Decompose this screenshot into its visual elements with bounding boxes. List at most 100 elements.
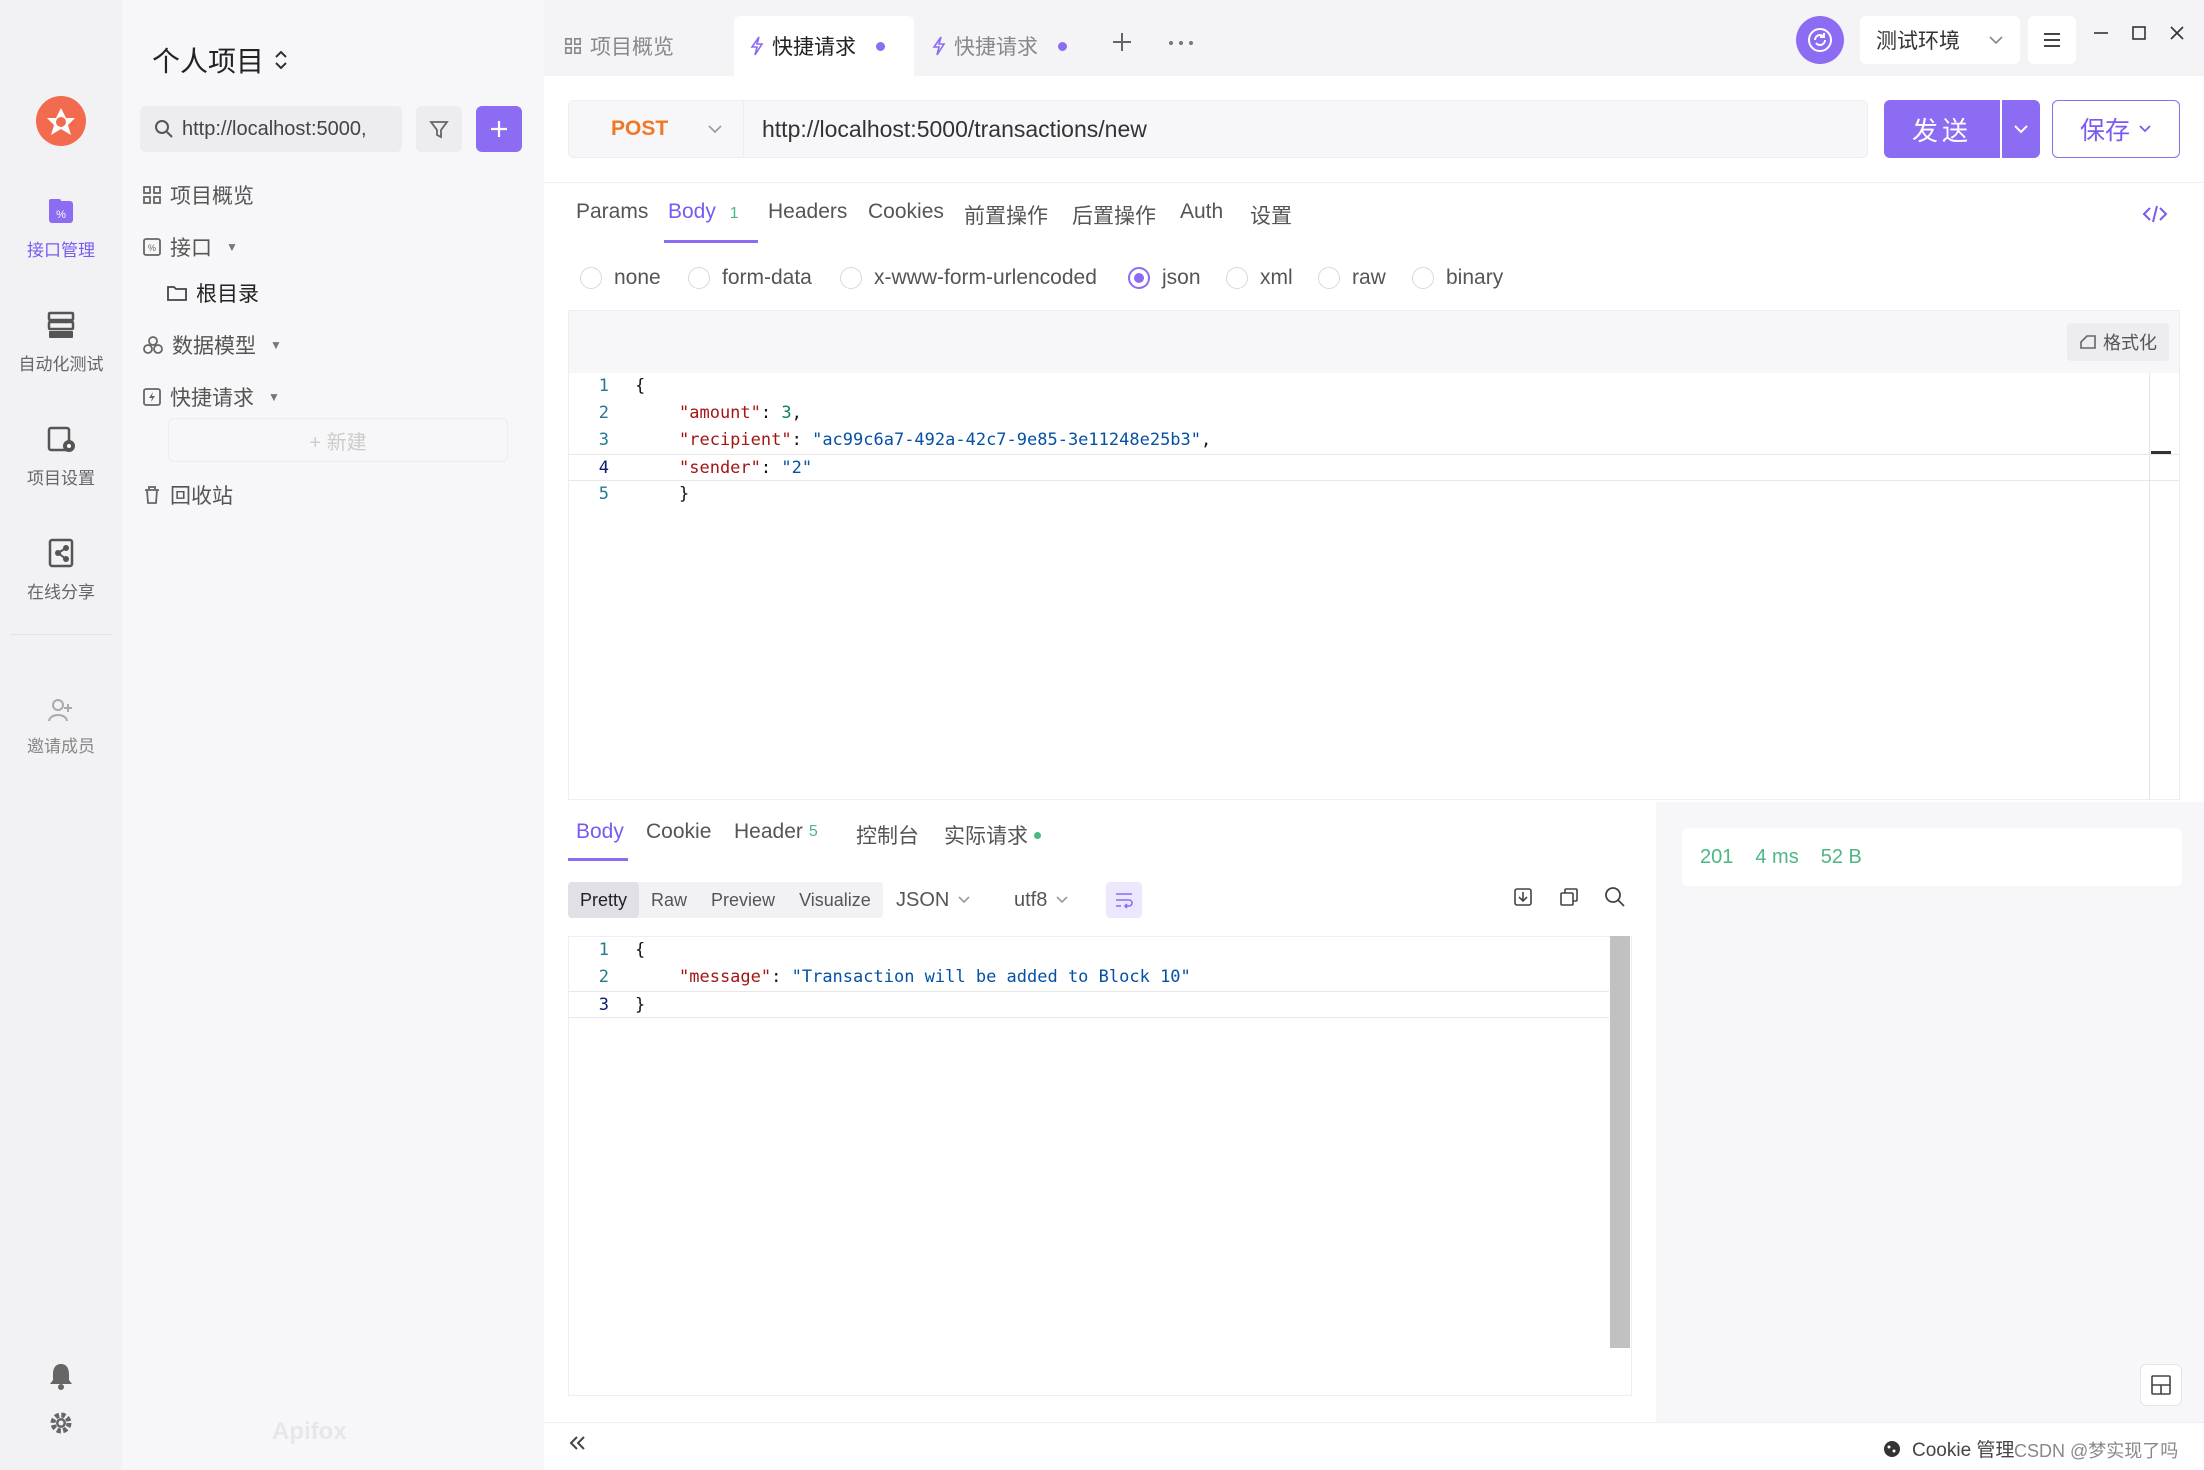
cookie-manager-button[interactable]: Cookie 管理 bbox=[1882, 1435, 2014, 1462]
send-button[interactable]: 发送 bbox=[1884, 100, 2000, 158]
rail-item-invite-members[interactable]: 邀请成员 bbox=[0, 696, 122, 757]
download-icon[interactable] bbox=[1512, 886, 1534, 908]
radio-circle bbox=[1226, 267, 1248, 289]
request-body-editor[interactable]: 格式化 1 { 2 "amount": 3, 3 "recipient": "a… bbox=[568, 310, 2180, 800]
response-body-editor[interactable]: 1 { 2 "message": "Transaction will be ad… bbox=[568, 936, 1632, 1396]
more-tabs-button[interactable] bbox=[1168, 40, 1194, 46]
tab-settings[interactable]: 设置 bbox=[1250, 200, 1292, 230]
resp-tab-console[interactable]: 控制台 bbox=[856, 820, 919, 850]
rail-item-online-share[interactable]: 在线分享 bbox=[0, 536, 122, 603]
tab-quick-request[interactable]: 快捷请求 bbox=[916, 16, 1083, 76]
rail-divider bbox=[10, 634, 112, 635]
code-text: } bbox=[679, 484, 690, 504]
layout-toggle-button[interactable] bbox=[2140, 1364, 2182, 1406]
environment-select[interactable]: 测试环境 bbox=[1860, 16, 2020, 64]
ellipsis-icon bbox=[1168, 40, 1194, 46]
tab-pre-operations[interactable]: 前置操作 bbox=[964, 200, 1048, 230]
response-status: 201 4 ms 52 B bbox=[1682, 828, 2182, 886]
json-key: "recipient" bbox=[679, 430, 792, 450]
tab-body[interactable]: Body 1 bbox=[668, 200, 739, 224]
url-value: http://localhost:5000/transactions/new bbox=[762, 115, 1147, 142]
quick-request-icon bbox=[142, 387, 162, 407]
tab-headers[interactable]: Headers bbox=[768, 200, 847, 224]
tab-project-overview[interactable]: 项目概览 bbox=[548, 16, 690, 76]
view-visualize[interactable]: Visualize bbox=[787, 882, 883, 918]
close-icon[interactable] bbox=[2168, 24, 2186, 42]
tab-post-operations[interactable]: 后置操作 bbox=[1072, 200, 1156, 230]
format-select[interactable]: JSON bbox=[896, 882, 971, 918]
tab-params[interactable]: Params bbox=[576, 200, 648, 224]
search-input[interactable]: http://localhost:5000, bbox=[140, 106, 402, 152]
add-button[interactable] bbox=[476, 106, 522, 152]
view-raw[interactable]: Raw bbox=[639, 882, 699, 918]
tree-item-quick-requests[interactable]: 快捷请求 ▼ bbox=[142, 382, 280, 412]
radio-raw[interactable]: raw bbox=[1318, 266, 1386, 290]
url-input[interactable]: http://localhost:5000/transactions/new bbox=[744, 100, 1868, 158]
tab-auth[interactable]: Auth bbox=[1180, 200, 1223, 224]
response-scrollbar[interactable] bbox=[1610, 936, 1630, 1348]
radio-none[interactable]: none bbox=[580, 266, 661, 290]
tree-item-root[interactable]: 根目录 bbox=[166, 278, 259, 308]
radio-label: xml bbox=[1260, 266, 1293, 289]
resp-tab-header[interactable]: Header 5 bbox=[734, 820, 818, 844]
rail-item-label: 邀请成员 bbox=[27, 737, 95, 756]
radio-json[interactable]: json bbox=[1128, 266, 1201, 290]
project-title: 个人项目 bbox=[152, 46, 265, 77]
tree-item-data-models[interactable]: 数据模型 ▼ bbox=[142, 330, 282, 360]
status-bar: Cookie 管理 CSDN @梦实现了吗 bbox=[544, 1422, 2204, 1470]
gear-icon[interactable] bbox=[48, 1410, 74, 1436]
line-number: 4 bbox=[598, 458, 609, 478]
rail-item-automation[interactable]: 自动化测试 bbox=[0, 308, 122, 375]
resp-tab-cookie[interactable]: Cookie bbox=[646, 820, 711, 844]
radio-xml[interactable]: xml bbox=[1226, 266, 1293, 290]
bell-icon[interactable] bbox=[48, 1362, 74, 1390]
tab-label: 项目概览 bbox=[590, 36, 674, 59]
maximize-icon[interactable] bbox=[2130, 24, 2148, 42]
code-line: 1 { bbox=[569, 373, 2179, 400]
radio-form-data[interactable]: form-data bbox=[688, 266, 812, 290]
code-text: { bbox=[635, 376, 646, 396]
minimize-icon[interactable] bbox=[2092, 24, 2110, 42]
method-select[interactable]: POST bbox=[568, 100, 744, 158]
project-switcher[interactable]: 个人项目 bbox=[152, 40, 288, 80]
sync-button[interactable] bbox=[1796, 16, 1844, 64]
tab-quick-request-active[interactable]: 快捷请求 bbox=[734, 16, 914, 76]
encoding-select[interactable]: utf8 bbox=[1014, 882, 1069, 918]
cubes-icon bbox=[142, 335, 164, 355]
environment-menu-button[interactable] bbox=[2028, 16, 2076, 64]
updown-chevron-icon bbox=[274, 48, 288, 72]
tree-item-trash[interactable]: 回收站 bbox=[142, 480, 233, 510]
filter-button[interactable] bbox=[416, 106, 462, 152]
scroll-marker bbox=[2151, 451, 2171, 454]
resp-tab-actual-request[interactable]: 实际请求 bbox=[944, 820, 1041, 850]
radio-label: binary bbox=[1446, 266, 1504, 289]
new-quick-request-button[interactable]: + 新建 bbox=[168, 418, 508, 462]
search-icon bbox=[154, 119, 174, 139]
radio-x-www-form-urlencoded[interactable]: x-www-form-urlencoded bbox=[840, 266, 1097, 290]
new-tab-button[interactable] bbox=[1110, 30, 1134, 54]
tree-item-overview[interactable]: 项目概览 bbox=[142, 180, 254, 210]
tab-label: Headers bbox=[768, 200, 848, 223]
view-pretty[interactable]: Pretty bbox=[568, 882, 640, 918]
rail-item-api-management[interactable]: % 接口管理 bbox=[0, 194, 122, 261]
copy-icon[interactable] bbox=[1558, 886, 1580, 908]
json-key: "amount" bbox=[679, 403, 761, 423]
collapse-sidebar-button[interactable] bbox=[568, 1435, 588, 1451]
tab-label: Auth bbox=[1180, 200, 1224, 223]
resp-tab-body[interactable]: Body bbox=[576, 820, 624, 844]
save-button[interactable]: 保存 bbox=[2052, 100, 2180, 158]
tab-cookies[interactable]: Cookies bbox=[868, 200, 944, 224]
rail-item-project-settings[interactable]: 项目设置 bbox=[0, 422, 122, 489]
code-line: 1 { bbox=[569, 937, 1609, 964]
watermark-text: CSDN @梦实现了吗 bbox=[2014, 1441, 2179, 1461]
code-snippet-button[interactable] bbox=[2142, 204, 2168, 224]
radio-binary[interactable]: binary bbox=[1412, 266, 1503, 290]
format-button[interactable]: 格式化 bbox=[2067, 323, 2169, 361]
radio-label: json bbox=[1162, 266, 1201, 289]
send-options-button[interactable] bbox=[2002, 100, 2040, 158]
view-preview[interactable]: Preview bbox=[699, 882, 787, 918]
tree-item-api[interactable]: % 接口 ▼ bbox=[142, 232, 238, 262]
search-icon[interactable] bbox=[1604, 886, 1626, 908]
word-wrap-button[interactable] bbox=[1106, 882, 1142, 918]
chevron-down-icon bbox=[2138, 124, 2152, 134]
